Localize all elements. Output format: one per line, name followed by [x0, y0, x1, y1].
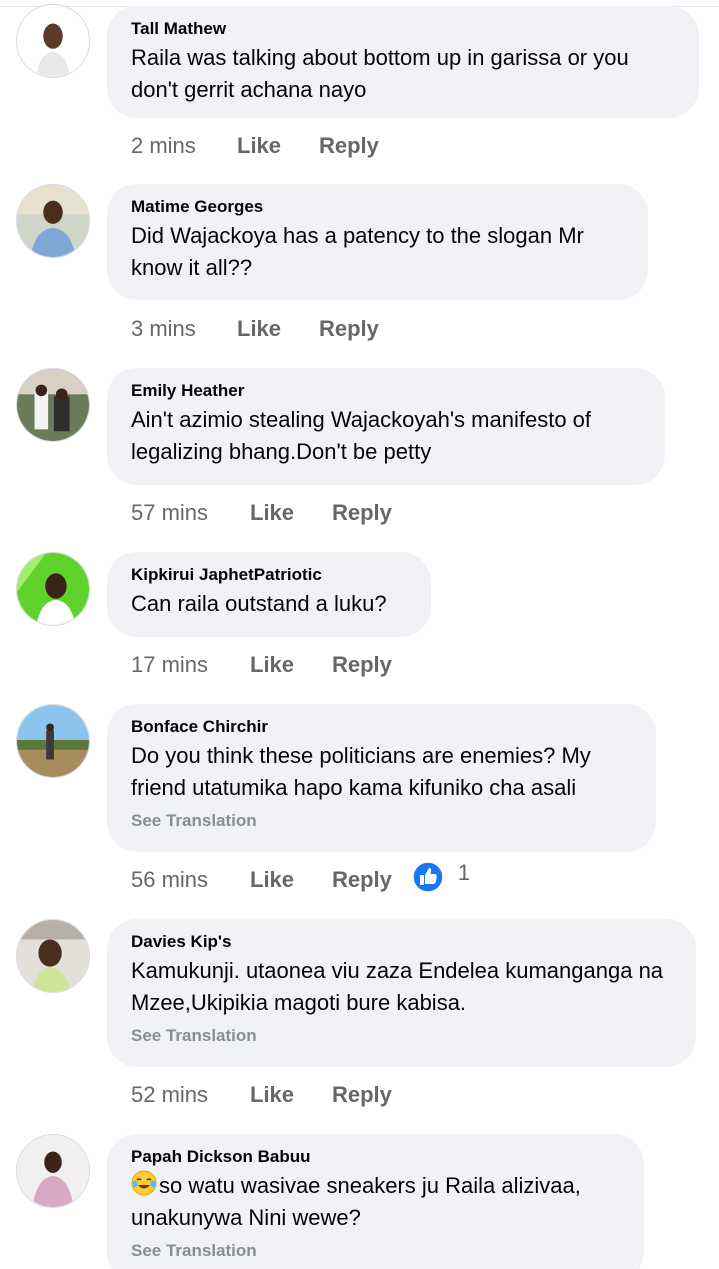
reply-button[interactable]: Reply	[332, 650, 392, 680]
reply-button[interactable]: Reply	[332, 1080, 392, 1110]
comment-author[interactable]: Kipkirui JaphetPatriotic	[131, 564, 407, 586]
comment-actions: 17 mins Like Reply	[131, 650, 392, 680]
face-with-tears-of-joy-icon	[131, 1170, 157, 1196]
comment-bubble: Tall Mathew Raila was talking about bott…	[107, 6, 699, 118]
avatar[interactable]	[16, 704, 90, 778]
comment-text: Raila was talking about bottom up in gar…	[131, 45, 629, 102]
comment-bubble: Kipkirui JaphetPatriotic Can raila outst…	[107, 552, 431, 637]
comment-time[interactable]: 57 mins	[131, 498, 250, 528]
like-button[interactable]: Like	[250, 650, 332, 680]
comment-author[interactable]: Emily Heather	[131, 380, 641, 402]
like-button[interactable]: Like	[237, 131, 319, 161]
reply-button[interactable]: Reply	[319, 314, 379, 344]
like-button[interactable]: Like	[237, 314, 319, 344]
comment-bubble: Bonface Chirchir Do you think these poli…	[107, 704, 656, 852]
comment-text: Ain't azimio stealing Wajackoyah's manif…	[131, 407, 592, 464]
reaction-count: 1	[457, 860, 471, 885]
avatar[interactable]	[16, 4, 90, 78]
comment-bubble: Matime Georges Did Wajackoya has a paten…	[107, 184, 648, 300]
comment-text: Did Wajackoya has a patency to the sloga…	[131, 223, 584, 280]
comment-author[interactable]: Matime Georges	[131, 196, 624, 218]
thumbs-up-icon	[412, 861, 444, 893]
comment-bubble: Emily Heather Ain't azimio stealing Waja…	[107, 368, 665, 485]
reply-button[interactable]: Reply	[332, 865, 392, 895]
comment-text: so watu wasivae sneakers ju Raila aliziv…	[131, 1170, 620, 1234]
comment-actions: 2 mins Like Reply	[131, 131, 379, 161]
see-translation-link[interactable]: See Translation	[131, 1025, 672, 1047]
reaction-summary[interactable]: 1	[412, 860, 471, 893]
comment-actions: 57 mins Like Reply	[131, 498, 392, 528]
comment-author[interactable]: Papah Dickson Babuu	[131, 1146, 620, 1168]
avatar[interactable]	[16, 1134, 90, 1208]
comment-actions: 3 mins Like Reply	[131, 314, 379, 344]
like-button[interactable]: Like	[250, 1080, 332, 1110]
reply-button[interactable]: Reply	[332, 498, 392, 528]
comment-author[interactable]: Davies Kip's	[131, 931, 672, 953]
avatar[interactable]	[16, 552, 90, 626]
comment-author[interactable]: Bonface Chirchir	[131, 716, 632, 738]
comment-text: Do you think these politicians are enemi…	[131, 743, 591, 800]
comment-time[interactable]: 52 mins	[131, 1080, 250, 1110]
comment-text: Can raila outstand a luku?	[131, 591, 387, 616]
comment-bubble: Papah Dickson Babuu so watu wasivae snea…	[107, 1134, 644, 1269]
see-translation-link[interactable]: See Translation	[131, 1240, 620, 1262]
avatar[interactable]	[16, 368, 90, 442]
reply-button[interactable]: Reply	[319, 131, 379, 161]
like-button[interactable]: Like	[250, 865, 332, 895]
comment-text: Kamukunji. utaonea viu zaza Endelea kuma…	[131, 958, 664, 1015]
like-button[interactable]: Like	[250, 498, 332, 528]
comment-bubble: Davies Kip's Kamukunji. utaonea viu zaza…	[107, 919, 696, 1067]
see-translation-link[interactable]: See Translation	[131, 810, 632, 832]
comment-author[interactable]: Tall Mathew	[131, 18, 675, 40]
comment-actions: 56 mins Like Reply 1	[131, 860, 470, 895]
comment-actions: 52 mins Like Reply	[131, 1080, 392, 1110]
comment-time[interactable]: 17 mins	[131, 650, 250, 680]
comment-time[interactable]: 3 mins	[131, 314, 237, 344]
comment-time[interactable]: 2 mins	[131, 131, 237, 161]
avatar[interactable]	[16, 919, 90, 993]
comment-text-body: so watu wasivae sneakers ju Raila aliziv…	[131, 1173, 581, 1230]
avatar[interactable]	[16, 184, 90, 258]
comment-time[interactable]: 56 mins	[131, 865, 250, 895]
